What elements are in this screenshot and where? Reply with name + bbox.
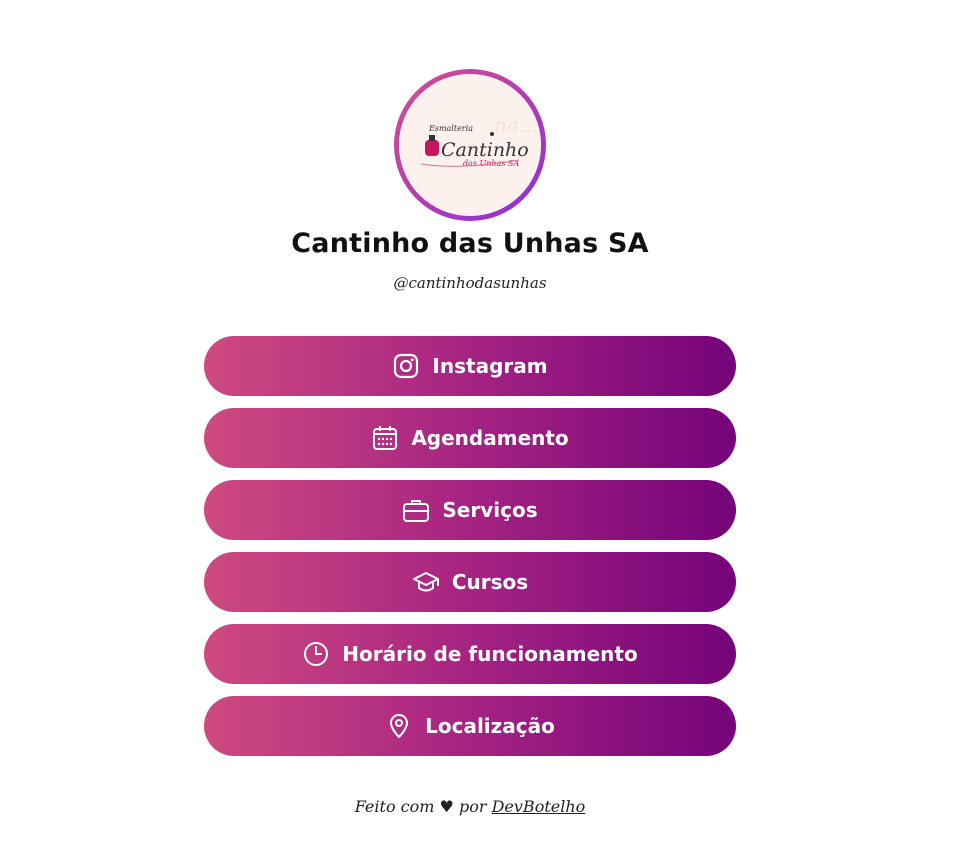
logo-main-text: Cantinho bbox=[441, 139, 529, 161]
profile-handle: @cantinhodasunhas bbox=[393, 274, 547, 292]
instagram-link-button[interactable]: Instagram bbox=[204, 336, 736, 396]
horario-link-button[interactable]: Horário de funcionamento bbox=[204, 624, 736, 684]
localizacao-link-button[interactable]: Localização bbox=[204, 696, 736, 756]
localizacao-link-label: Localização bbox=[425, 714, 555, 738]
clock-icon bbox=[302, 640, 330, 668]
calendar-icon bbox=[371, 424, 399, 452]
footer-prefix: Feito com bbox=[354, 797, 435, 816]
cursos-link-button[interactable]: Cursos bbox=[204, 552, 736, 612]
instagram-icon bbox=[392, 352, 420, 380]
link-list: Instagram Agendamento Serviços Cursos Ho bbox=[204, 336, 736, 768]
instagram-link-label: Instagram bbox=[432, 354, 548, 378]
location-pin-icon bbox=[385, 712, 413, 740]
brand-logo: na... Esmalteria Cantinho das Unhas SA bbox=[399, 74, 541, 216]
footer: Feito com ♥ por DevBotelho bbox=[0, 797, 940, 816]
profile-name: Cantinho das Unhas SA bbox=[291, 228, 649, 259]
servicos-link-label: Serviços bbox=[442, 498, 538, 522]
horario-link-label: Horário de funcionamento bbox=[342, 642, 638, 666]
graduation-cap-icon bbox=[412, 568, 440, 596]
servicos-link-button[interactable]: Serviços bbox=[204, 480, 736, 540]
logo-top-text: Esmalteria bbox=[428, 124, 473, 133]
author-link[interactable]: DevBotelho bbox=[492, 797, 586, 816]
heart-icon: ♥ bbox=[439, 797, 454, 816]
briefcase-icon bbox=[402, 496, 430, 524]
agendamento-link-label: Agendamento bbox=[411, 426, 569, 450]
avatar: na... Esmalteria Cantinho das Unhas SA bbox=[399, 74, 541, 216]
avatar-ring: na... Esmalteria Cantinho das Unhas SA bbox=[394, 69, 546, 221]
agendamento-link-button[interactable]: Agendamento bbox=[204, 408, 736, 468]
linktree-page: na... Esmalteria Cantinho das Unhas SA C… bbox=[0, 0, 980, 846]
svg-text:na...: na... bbox=[494, 113, 538, 137]
footer-middle: por bbox=[458, 797, 487, 816]
cursos-link-label: Cursos bbox=[451, 570, 529, 594]
